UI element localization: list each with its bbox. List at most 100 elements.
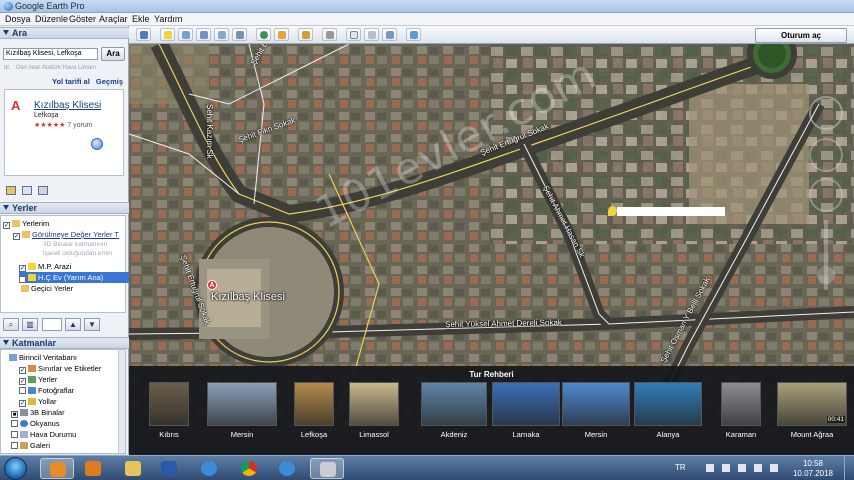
- layer-borders[interactable]: ✓ Sınırlar ve Etiketler: [19, 363, 125, 374]
- sign-in-button[interactable]: Oturum aç: [755, 28, 847, 43]
- menu-edit[interactable]: Düzenle: [35, 14, 68, 24]
- print-button[interactable]: [364, 28, 379, 41]
- tour-button[interactable]: [232, 28, 247, 41]
- directions-link[interactable]: Yol tarifi al: [52, 77, 90, 86]
- layers-panel-header[interactable]: Katmanlar: [0, 337, 129, 349]
- layer-photos[interactable]: Fotoğraflar: [19, 385, 125, 396]
- look-joystick-icon[interactable]: [809, 138, 843, 172]
- search-result-card[interactable]: A Kızılbaş Klisesi Lefkoşa ★★★★★ 7 yorum: [4, 89, 124, 176]
- print-icon[interactable]: [38, 186, 48, 195]
- checkbox[interactable]: ✓: [19, 367, 26, 374]
- tree-item-my-places[interactable]: ✓ Yerlerim: [3, 218, 128, 229]
- checkbox[interactable]: [11, 442, 18, 449]
- checkbox[interactable]: ✓: [3, 222, 10, 229]
- taskbar-app-earth[interactable]: [310, 458, 344, 479]
- checkbox[interactable]: ✓: [19, 400, 26, 407]
- search-input[interactable]: Kızılbaş Klisesi, Lefkoşa: [3, 48, 98, 60]
- layer-gallery[interactable]: Galeri: [11, 440, 125, 451]
- panel-toggle-icon[interactable]: ▥: [22, 318, 38, 331]
- globe-icon[interactable]: [91, 138, 103, 150]
- taskbar-app-media[interactable]: [76, 458, 110, 479]
- sunlight-button[interactable]: [274, 28, 289, 41]
- layer-3d-buildings[interactable]: ■ 3B Binalar: [11, 407, 125, 418]
- layer-weather[interactable]: Hava Durumu: [11, 429, 125, 440]
- network-icon[interactable]: [754, 464, 762, 472]
- placemark-button[interactable]: [160, 28, 175, 41]
- polygon-button[interactable]: [178, 28, 193, 41]
- language-indicator[interactable]: TR: [675, 463, 686, 472]
- overlay-button[interactable]: [214, 28, 229, 41]
- folder-icon[interactable]: [6, 186, 16, 195]
- taskbar-app-word[interactable]: [152, 458, 186, 479]
- taskbar-app-chrome[interactable]: [232, 458, 266, 479]
- planets-button[interactable]: [298, 28, 313, 41]
- placemark-a-icon[interactable]: A: [207, 280, 217, 290]
- sidebar-toggle-button[interactable]: [136, 28, 151, 41]
- tour-card[interactable]: Limassol: [349, 382, 399, 444]
- menu-help[interactable]: Yardım: [154, 14, 182, 24]
- checkbox[interactable]: ✓: [19, 276, 26, 283]
- move-joystick-icon[interactable]: [809, 178, 843, 212]
- review-count[interactable]: 7 yorum: [67, 122, 92, 129]
- church-label[interactable]: Kızılbaş Klisesi: [211, 291, 285, 303]
- checkbox[interactable]: ■: [11, 411, 18, 418]
- tour-card[interactable]: Mount Ağraa 00:41: [777, 382, 847, 444]
- tray-icon[interactable]: [706, 464, 714, 472]
- copy-icon[interactable]: [22, 186, 32, 195]
- layer-primary-db[interactable]: Birincil Veritabanı: [9, 352, 125, 363]
- start-button[interactable]: [4, 457, 27, 480]
- tree-item-mp-arazi[interactable]: ✓ M.P. Arazi: [19, 261, 144, 272]
- layers-scrollbar[interactable]: [118, 350, 125, 453]
- checkbox[interactable]: ✓: [13, 233, 20, 240]
- search-button[interactable]: Ara: [101, 47, 125, 61]
- checkbox[interactable]: [19, 387, 26, 394]
- volume-icon[interactable]: [770, 464, 778, 472]
- show-desktop-button[interactable]: [844, 456, 854, 480]
- search-panel-header[interactable]: Ara: [0, 27, 129, 39]
- tour-card[interactable]: Mersin: [562, 382, 630, 444]
- layer-roads[interactable]: ✓ Yollar: [19, 396, 125, 407]
- ruler-button[interactable]: [322, 28, 337, 41]
- history-link[interactable]: Geçmiş: [96, 77, 123, 86]
- result-name[interactable]: Kızılbaş Klisesi: [34, 100, 101, 111]
- taskbar-app-outlook[interactable]: [40, 458, 74, 479]
- taskbar-app-explorer[interactable]: [116, 458, 150, 479]
- tour-card[interactable]: Lefkoşa: [294, 382, 334, 444]
- menu-view[interactable]: Göster: [69, 14, 96, 24]
- tree-item-temporary[interactable]: Geçici Yerler: [21, 283, 146, 294]
- layer-ocean[interactable]: Okyanus: [11, 418, 125, 429]
- filter-input[interactable]: [42, 318, 62, 331]
- tour-card[interactable]: Karaman: [721, 382, 761, 444]
- compass-icon[interactable]: [809, 96, 843, 130]
- checkbox[interactable]: [11, 420, 18, 427]
- tree-item-hc-ev[interactable]: ✓ H.Ç Ev (Yarım Ana): [19, 272, 144, 283]
- tray-icon[interactable]: [722, 464, 730, 472]
- save-image-button[interactable]: [382, 28, 397, 41]
- maps-button[interactable]: [406, 28, 421, 41]
- tray-icon[interactable]: [738, 464, 746, 472]
- clock-date[interactable]: 10.07.2018: [788, 469, 838, 478]
- menu-file[interactable]: Dosya: [5, 14, 31, 24]
- tour-card[interactable]: Larnaka: [492, 382, 560, 444]
- places-panel-header[interactable]: Yerler: [0, 202, 129, 214]
- path-button[interactable]: [196, 28, 211, 41]
- tour-card[interactable]: Akdeniz: [421, 382, 487, 444]
- email-button[interactable]: [346, 28, 361, 41]
- tour-card[interactable]: Alanya: [634, 382, 702, 444]
- menu-tools[interactable]: Araçlar: [99, 14, 128, 24]
- layer-places[interactable]: ✓ Yerler: [19, 374, 125, 385]
- checkbox[interactable]: ✓: [19, 265, 26, 272]
- clock-time[interactable]: 10:58: [788, 459, 838, 468]
- tree-item-label[interactable]: Görülmeye Değer Yerler T: [32, 230, 119, 239]
- tour-card[interactable]: Mersin: [207, 382, 277, 444]
- search-icon[interactable]: ⌕: [3, 318, 19, 331]
- taskbar-app-ie2[interactable]: [270, 458, 304, 479]
- move-down-icon[interactable]: ▼: [84, 318, 100, 331]
- tour-card[interactable]: Kıbrıs: [149, 382, 189, 444]
- taskbar-app-ie[interactable]: [192, 458, 226, 479]
- street-view-icon[interactable]: [817, 266, 835, 284]
- historical-imagery-button[interactable]: [256, 28, 271, 41]
- move-up-icon[interactable]: ▲: [65, 318, 81, 331]
- menu-add[interactable]: Ekle: [132, 14, 150, 24]
- checkbox[interactable]: ✓: [19, 378, 26, 385]
